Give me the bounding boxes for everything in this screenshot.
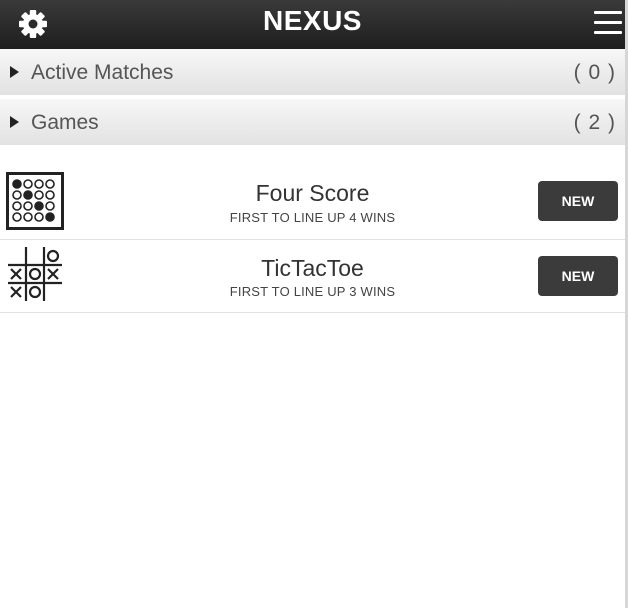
section-count: ( 0 )	[573, 61, 616, 84]
hamburger-menu-icon[interactable]	[594, 11, 622, 35]
game-name: Four Score	[255, 180, 370, 206]
section-active-matches[interactable]: Active Matches ( 0 )	[0, 49, 625, 95]
new-game-button[interactable]: NEW	[538, 181, 618, 221]
game-subtitle: FIRST TO LINE UP 4 WINS	[229, 210, 396, 225]
game-row-four-score: Four Score FIRST TO LINE UP 4 WINS NEW	[0, 167, 625, 240]
caret-right-icon	[10, 66, 19, 78]
section-label: Active Matches	[31, 61, 174, 84]
app-header: NEXUS	[0, 0, 625, 49]
game-row-tictactoe: TicTacToe FIRST TO LINE UP 3 WINS NEW	[0, 240, 625, 313]
new-game-button[interactable]: NEW	[538, 256, 618, 296]
section-count: ( 2 )	[573, 111, 616, 134]
section-games[interactable]: Games ( 2 )	[0, 97, 625, 145]
caret-right-icon	[10, 116, 19, 128]
game-subtitle: FIRST TO LINE UP 3 WINS	[229, 284, 396, 299]
section-label: Games	[31, 111, 99, 134]
game-name: TicTacToe	[261, 255, 364, 281]
app-title: NEXUS	[263, 5, 362, 36]
